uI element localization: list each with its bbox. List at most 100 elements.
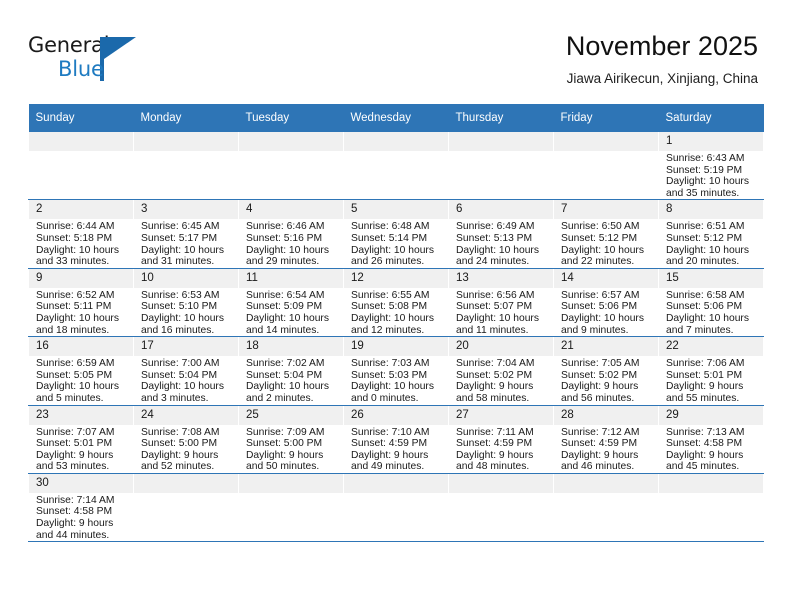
calendar-week-row: 23 Sunrise: 7:07 AM Sunset: 5:01 PM Dayligh…	[28, 405, 764, 474]
day-sun-info: Sunrise: 7:13 AM Sunset: 4:58 PM Daylight:…	[659, 425, 763, 473]
day-number: 10	[134, 268, 238, 288]
daylight-text-line1: Daylight: 10 hours	[456, 244, 539, 256]
calendar-day-cell[interactable]: 9 Sunrise: 6:52 AM Sunset: 5:11 PM Daylight…	[28, 268, 134, 338]
calendar-day-cell[interactable]: 11 Sunrise: 6:54 AM Sunset: 5:09 PM Dayligh…	[238, 268, 344, 338]
calendar-week-row: 16 Sunrise: 6:59 AM Sunset: 5:05 PM Dayligh…	[28, 336, 764, 406]
calendar-day-cell[interactable]: 20 Sunrise: 7:04 AM Sunset: 5:02 PM Dayligh…	[448, 336, 554, 406]
day-sun-info: Sunrise: 7:00 AM Sunset: 5:04 PM Daylight:…	[134, 356, 238, 404]
daylight-text-line1: Daylight: 9 hours	[456, 449, 534, 461]
weekday-header-monday: Monday	[133, 104, 239, 132]
day-number: 22	[659, 337, 763, 357]
calendar-table: Sunday Monday Tuesday Wednesday Thursday…	[28, 104, 764, 543]
calendar-day-cell-empty	[553, 473, 659, 543]
day-sun-info: Sunrise: 7:02 AM Sunset: 5:04 PM Daylight:…	[239, 356, 343, 404]
daylight-text-line1: Daylight: 10 hours	[141, 381, 224, 393]
daylight-text-line2: and 31 minutes.	[141, 256, 215, 268]
sunset-text: Sunset: 5:00 PM	[246, 438, 323, 450]
daylight-text-line1: Daylight: 10 hours	[666, 312, 749, 324]
daylight-text-line1: Daylight: 9 hours	[246, 449, 324, 461]
calendar-day-cell[interactable]: 29 Sunrise: 7:13 AM Sunset: 4:58 PM Dayligh…	[658, 405, 764, 474]
calendar-day-cell[interactable]: 13 Sunrise: 6:56 AM Sunset: 5:07 PM Dayligh…	[448, 268, 554, 338]
sunset-text: Sunset: 4:58 PM	[36, 506, 113, 518]
sunset-text: Sunset: 5:10 PM	[141, 301, 218, 313]
calendar-day-cell-empty	[133, 473, 239, 543]
sunset-text: Sunset: 5:01 PM	[36, 438, 113, 450]
calendar-day-cell[interactable]: 18 Sunrise: 7:02 AM Sunset: 5:04 PM Dayligh…	[238, 336, 344, 406]
calendar-day-cell[interactable]: 7 Sunrise: 6:50 AM Sunset: 5:12 PM Daylight…	[553, 199, 659, 269]
calendar-day-cell[interactable]: 14 Sunrise: 6:57 AM Sunset: 5:06 PM Dayligh…	[553, 268, 659, 338]
calendar-day-cell-empty	[133, 132, 239, 201]
sunset-text: Sunset: 4:59 PM	[351, 438, 428, 450]
day-number: 11	[239, 268, 343, 288]
triangle-flag-icon	[104, 37, 136, 59]
day-sun-info: Sunrise: 6:55 AM Sunset: 5:08 PM Daylight:…	[344, 288, 448, 336]
daylight-text-line2: and 3 minutes.	[141, 392, 209, 404]
day-number	[344, 473, 448, 493]
calendar-day-cell[interactable]: 6 Sunrise: 6:49 AM Sunset: 5:13 PM Daylight…	[448, 199, 554, 269]
calendar-day-cell[interactable]: 21 Sunrise: 7:05 AM Sunset: 5:02 PM Dayligh…	[553, 336, 659, 406]
calendar-day-cell[interactable]: 30 Sunrise: 7:14 AM Sunset: 4:58 PM Dayligh…	[28, 473, 134, 543]
calendar-day-cell[interactable]: 24 Sunrise: 7:08 AM Sunset: 5:00 PM Dayligh…	[133, 405, 239, 474]
sunrise-text: Sunrise: 7:12 AM	[561, 426, 640, 438]
daylight-text-line1: Daylight: 10 hours	[246, 244, 329, 256]
daylight-text-line2: and 20 minutes.	[666, 256, 740, 268]
sunset-text: Sunset: 5:06 PM	[666, 301, 743, 313]
calendar-day-cell-empty	[343, 132, 449, 201]
day-number: 30	[29, 473, 133, 493]
weekday-header-friday: Friday	[553, 104, 659, 132]
sunset-text: Sunset: 5:06 PM	[561, 301, 638, 313]
calendar-day-cell[interactable]: 1 Sunrise: 6:43 AM Sunset: 5:19 PM Daylight…	[658, 132, 764, 201]
calendar-day-cell[interactable]: 15 Sunrise: 6:58 AM Sunset: 5:06 PM Dayligh…	[658, 268, 764, 338]
day-sun-info: Sunrise: 6:44 AM Sunset: 5:18 PM Daylight:…	[29, 219, 133, 267]
day-sun-info: Sunrise: 7:11 AM Sunset: 4:59 PM Daylight:…	[449, 425, 553, 473]
sunset-text: Sunset: 4:58 PM	[666, 438, 743, 450]
calendar-day-cell[interactable]: 23 Sunrise: 7:07 AM Sunset: 5:01 PM Dayligh…	[28, 405, 134, 474]
calendar-day-cell[interactable]: 25 Sunrise: 7:09 AM Sunset: 5:00 PM Dayligh…	[238, 405, 344, 474]
daylight-text-line2: and 16 minutes.	[141, 324, 215, 336]
brand-logo[interactable]: General Blue	[28, 33, 168, 89]
calendar-day-cell-empty	[343, 473, 449, 543]
sunrise-text: Sunrise: 6:49 AM	[456, 221, 535, 233]
day-number: 19	[344, 337, 448, 357]
sunset-text: Sunset: 5:11 PM	[36, 301, 112, 313]
daylight-text-line1: Daylight: 10 hours	[351, 244, 434, 256]
calendar-day-cell[interactable]: 22 Sunrise: 7:06 AM Sunset: 5:01 PM Dayligh…	[658, 336, 764, 406]
daylight-text-line1: Daylight: 10 hours	[141, 312, 224, 324]
calendar-day-cell[interactable]: 16 Sunrise: 6:59 AM Sunset: 5:05 PM Dayligh…	[28, 336, 134, 406]
calendar-day-cell[interactable]: 12 Sunrise: 6:55 AM Sunset: 5:08 PM Dayligh…	[343, 268, 449, 338]
daylight-text-line2: and 2 minutes.	[246, 392, 314, 404]
calendar-day-cell[interactable]: 28 Sunrise: 7:12 AM Sunset: 4:59 PM Dayligh…	[553, 405, 659, 474]
daylight-text-line1: Daylight: 9 hours	[561, 381, 639, 393]
daylight-text-line2: and 55 minutes.	[666, 392, 740, 404]
calendar-day-cell-empty	[658, 473, 764, 543]
day-sun-info: Sunrise: 6:53 AM Sunset: 5:10 PM Daylight:…	[134, 288, 238, 336]
sunrise-text: Sunrise: 7:00 AM	[141, 358, 220, 370]
calendar-day-cell[interactable]: 17 Sunrise: 7:00 AM Sunset: 5:04 PM Dayligh…	[133, 336, 239, 406]
calendar-day-cell[interactable]: 10 Sunrise: 6:53 AM Sunset: 5:10 PM Dayligh…	[133, 268, 239, 338]
calendar-day-cell[interactable]: 27 Sunrise: 7:11 AM Sunset: 4:59 PM Dayligh…	[448, 405, 554, 474]
calendar-day-cell-empty	[553, 132, 659, 201]
calendar-day-cell[interactable]: 3 Sunrise: 6:45 AM Sunset: 5:17 PM Daylight…	[133, 199, 239, 269]
day-number: 4	[239, 200, 343, 220]
sunrise-text: Sunrise: 6:43 AM	[666, 153, 745, 164]
daylight-text-line2: and 45 minutes.	[666, 461, 740, 473]
day-sun-info: Sunrise: 6:57 AM Sunset: 5:06 PM Daylight:…	[554, 288, 658, 336]
day-sun-info: Sunrise: 7:03 AM Sunset: 5:03 PM Daylight:…	[344, 356, 448, 404]
sunset-text: Sunset: 5:14 PM	[351, 232, 428, 244]
day-number	[239, 132, 343, 151]
calendar-day-cell[interactable]: 8 Sunrise: 6:51 AM Sunset: 5:12 PM Daylight…	[658, 199, 764, 269]
calendar-day-cell[interactable]: 4 Sunrise: 6:46 AM Sunset: 5:16 PM Daylight…	[238, 199, 344, 269]
daylight-text-line2: and 26 minutes.	[351, 256, 425, 268]
daylight-text-line1: Daylight: 10 hours	[561, 244, 644, 256]
daylight-text-line2: and 5 minutes.	[36, 392, 104, 404]
calendar-day-cell[interactable]: 19 Sunrise: 7:03 AM Sunset: 5:03 PM Dayligh…	[343, 336, 449, 406]
title-block: November 2025 Jiawa Airikecun, Xinjiang,…	[566, 30, 758, 87]
day-sun-info: Sunrise: 6:58 AM Sunset: 5:06 PM Daylight:…	[659, 288, 763, 336]
sunrise-text: Sunrise: 6:46 AM	[246, 221, 325, 233]
calendar-day-cell[interactable]: 26 Sunrise: 7:10 AM Sunset: 4:59 PM Dayligh…	[343, 405, 449, 474]
calendar-day-cell[interactable]: 5 Sunrise: 6:48 AM Sunset: 5:14 PM Daylight…	[343, 199, 449, 269]
calendar-day-cell[interactable]: 2 Sunrise: 6:44 AM Sunset: 5:18 PM Daylight…	[28, 199, 134, 269]
sunset-text: Sunset: 5:19 PM	[666, 164, 743, 176]
sunrise-text: Sunrise: 7:07 AM	[36, 426, 115, 438]
day-number: 2	[29, 200, 133, 220]
